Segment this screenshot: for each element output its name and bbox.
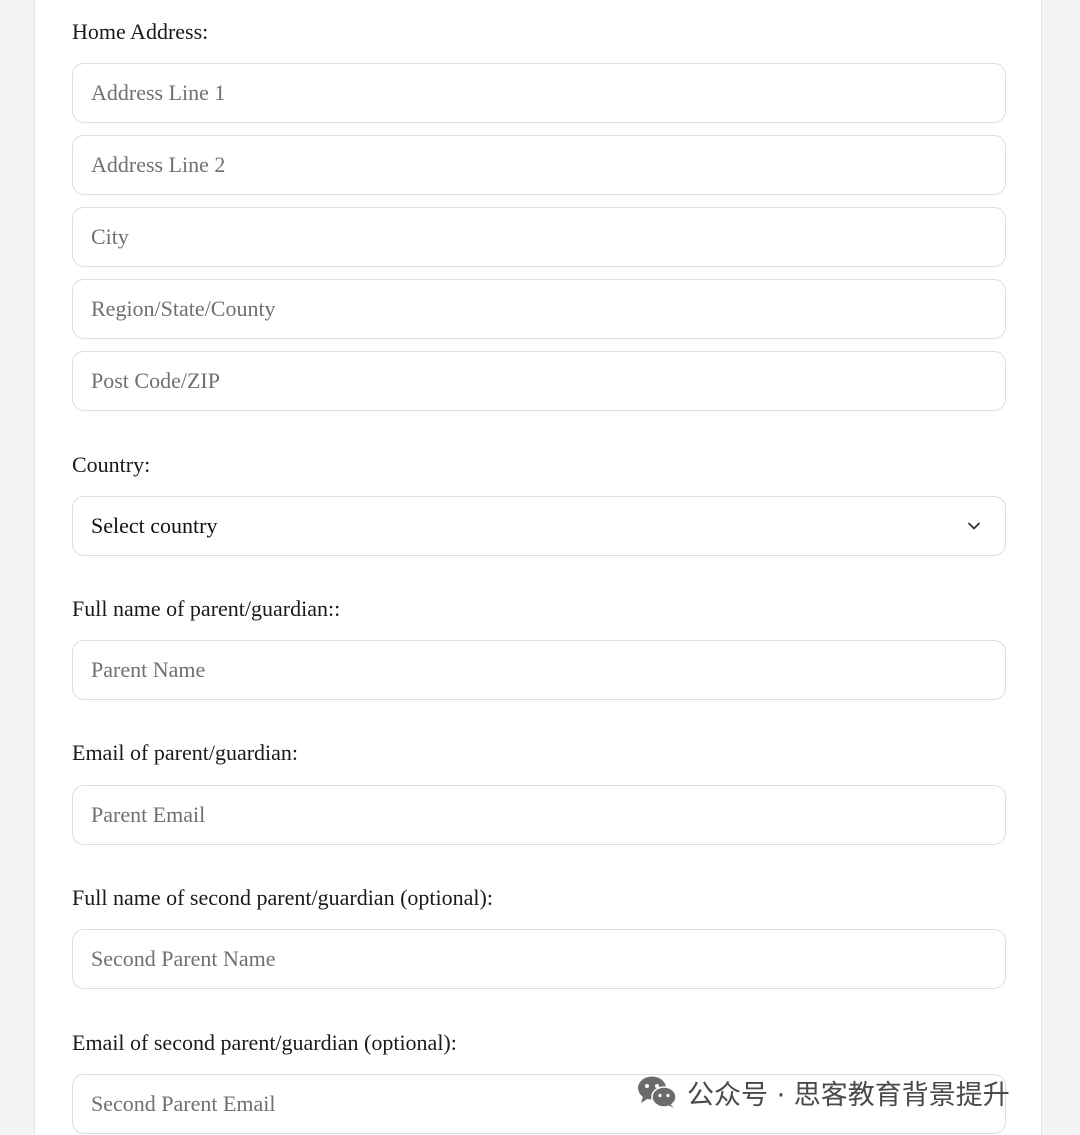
chevron-down-icon	[968, 522, 980, 530]
form-card: Home Address: Country: Select country Fu…	[34, 0, 1042, 1135]
home-address-label: Home Address:	[72, 19, 209, 44]
country-select-value: Select country	[91, 513, 218, 538]
wechat-icon	[638, 1076, 677, 1108]
watermark: 公众号 · 思客教育背景提升	[637, 1070, 1010, 1114]
country-label: Country:	[72, 452, 151, 477]
parent-email-label: Email of parent/guardian:	[72, 740, 299, 765]
region-input[interactable]	[72, 279, 1006, 339]
address-line1-input[interactable]	[72, 63, 1006, 123]
postcode-input[interactable]	[72, 351, 1006, 411]
parent-name-label: Full name of parent/guardian::	[72, 596, 341, 621]
city-input[interactable]	[72, 207, 1006, 267]
second-parent-email-label: Email of second parent/guardian (optiona…	[72, 1030, 457, 1055]
watermark-text: 公众号 · 思客教育背景提升	[687, 1079, 1010, 1111]
parent-email-input[interactable]	[72, 785, 1006, 845]
country-select[interactable]: Select country	[72, 496, 1006, 556]
second-parent-name-label: Full name of second parent/guardian (opt…	[72, 885, 493, 910]
parent-name-input[interactable]	[72, 640, 1006, 700]
address-line2-input[interactable]	[72, 135, 1006, 195]
second-parent-name-input[interactable]	[72, 929, 1006, 989]
